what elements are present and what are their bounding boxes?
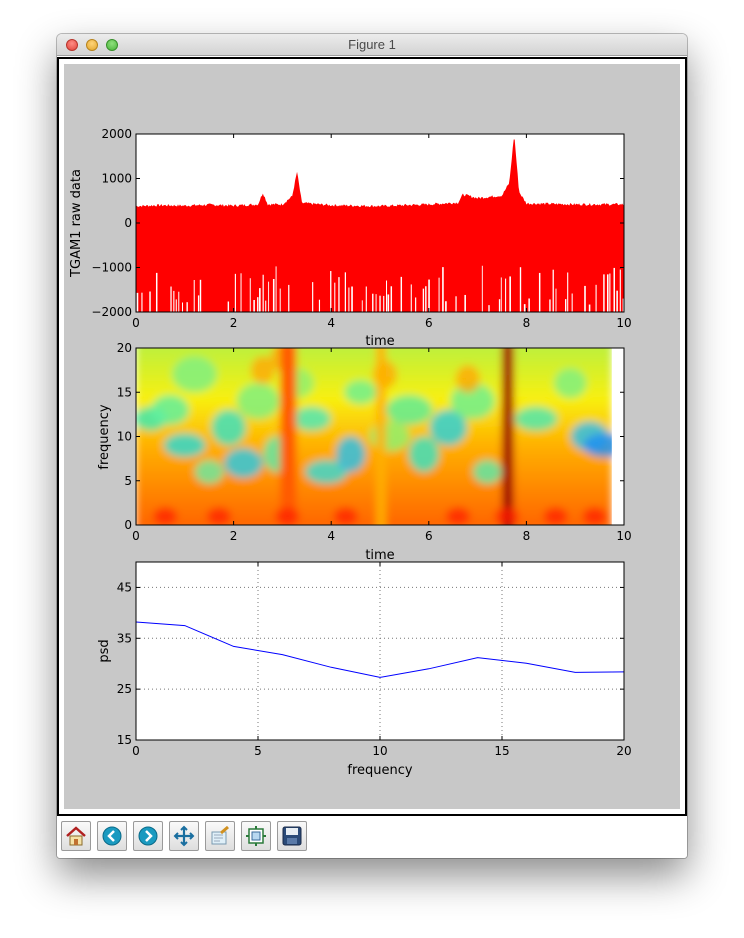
spectrogram-hot-column [376,348,386,525]
spectrogram-group [136,348,624,525]
x-tick-label: 0 [132,529,140,543]
zoom-button[interactable] [205,821,235,851]
spectrogram-cell [153,507,178,525]
x-tick-label: 0 [132,744,140,758]
spectrogram-ylabel: frequency [97,404,112,470]
y-tick-label: 25 [117,682,132,696]
spectrogram-cell [223,448,263,479]
spectrogram-hot-column [280,348,297,525]
spectrogram-cell [446,507,471,525]
spectrogram-cell [292,406,331,431]
spectrogram-cell [172,356,217,393]
x-tick-label: 2 [230,316,238,330]
back-arrow-icon [102,826,122,846]
x-tick-label: 10 [616,316,631,330]
home-icon [66,826,86,846]
x-tick-label: 4 [327,529,335,543]
y-tick-label: 0 [124,216,132,230]
window-title: Figure 1 [348,37,396,52]
x-tick-label: 6 [425,316,433,330]
spectrogram-cell [211,409,247,446]
zoom-rect-icon [211,825,229,845]
spectrogram-cell [335,436,366,473]
x-tick-label: 5 [254,744,262,758]
spectrogram-cell [151,394,190,425]
spectrogram-cell [554,368,587,399]
floppy-disk-icon [282,826,302,846]
forward-button[interactable] [133,821,163,851]
spectrogram-cell [194,459,224,484]
y-tick-label: 20 [117,341,132,355]
x-tick-label: 10 [372,744,387,758]
back-button[interactable] [97,821,127,851]
subplots-button[interactable] [241,821,271,851]
x-tick-label: 20 [616,744,631,758]
spectrogram-cell [582,507,607,525]
spectrogram-xlabel: time [365,548,394,563]
spectrogram-cell [369,421,411,452]
spectrogram-cell [344,380,377,405]
spectrogram-cell [408,436,440,473]
spectrogram-cell [386,394,433,425]
save-button[interactable] [277,821,307,851]
spectrogram-cell [333,507,358,525]
figure-background: 0 2 4 6 8 10 −2000 −1000 0 1000 2000 time TGAM1 ra… [64,64,680,809]
y-tick-label: 10 [117,430,132,444]
y-tick-label: 2000 [101,127,132,141]
x-tick-label: 0 [132,316,140,330]
forward-arrow-icon [138,826,158,846]
x-tick-label: 6 [425,529,433,543]
spectrogram-image [136,348,624,525]
y-tick-label: 15 [117,733,132,747]
raw-ylabel: TGAM1 raw data [69,169,84,278]
subplots-config-icon [246,826,266,846]
spectrogram-cell [514,406,558,431]
y-tick-label: 0 [124,518,132,532]
spectrogram-hot-column [504,348,511,525]
raw-xlabel: time [365,334,394,349]
y-tick-label: 45 [117,580,132,594]
figure-window: Figure 1 0 2 4 6 8 10 −2000 −1000 0 1000… [57,34,687,858]
move-arrows-icon [173,825,195,847]
x-tick-label: 4 [327,316,335,330]
figure-svg: 0 2 4 6 8 10−2000−1000010002000 time TGAM1 ra… [69,127,632,778]
spectrogram-cell [543,507,568,525]
y-tick-label: −1000 [91,261,132,275]
psd-ylabel: psd [97,639,112,662]
pan-button[interactable] [169,821,199,851]
spectrogram-field [136,348,624,525]
y-tick-label: 1000 [101,172,132,186]
x-tick-label: 2 [230,529,238,543]
spectrogram-cell [163,433,206,458]
x-tick-label: 8 [523,316,531,330]
y-tick-label: 15 [117,385,132,399]
x-tick-label: 10 [616,529,631,543]
y-tick-label: 35 [117,631,132,645]
home-button[interactable] [61,821,91,851]
spectrogram-cell [206,507,231,525]
spectrogram-cell [236,383,280,420]
y-tick-label: −2000 [91,305,132,319]
spectrogram-cell [275,507,300,525]
x-tick-label: 15 [494,744,509,758]
spectrogram-cell [455,364,480,393]
spectrogram-cell [494,507,519,525]
navigation-toolbar [57,816,687,858]
figure-canvas[interactable]: 0 2 4 6 8 10 −2000 −1000 0 1000 2000 time TGAM1 ra… [57,57,687,816]
y-tick-label: 5 [124,474,132,488]
psd-xlabel: frequency [347,763,413,778]
spectrogram-cell [472,459,502,484]
x-tick-label: 8 [523,529,531,543]
title-bar[interactable]: Figure 1 [57,34,687,56]
